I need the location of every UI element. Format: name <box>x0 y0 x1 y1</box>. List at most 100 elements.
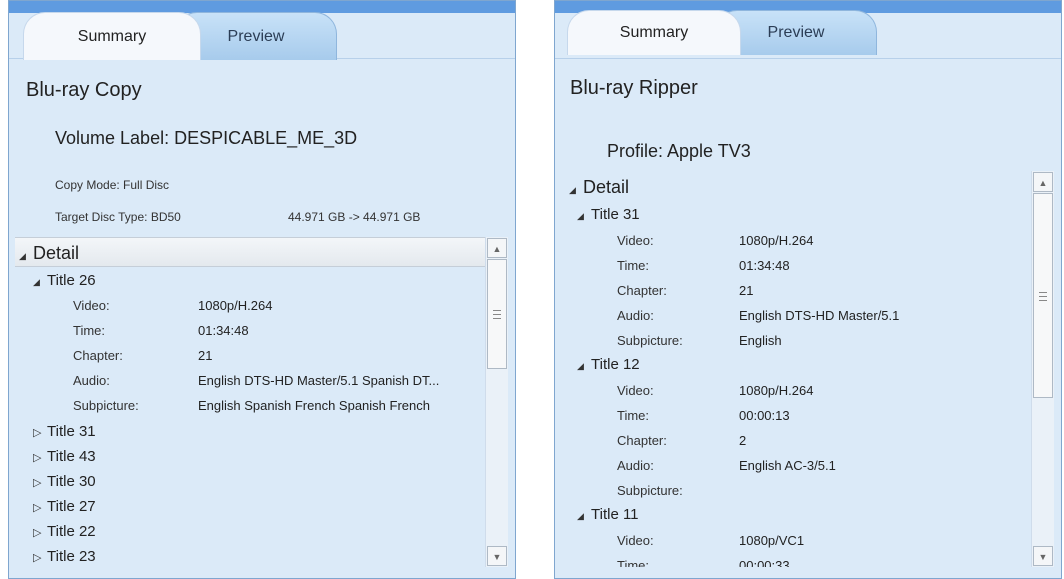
expanded-arrow-icon[interactable]: ◢ <box>19 251 33 262</box>
expanded-arrow-icon[interactable]: ◢ <box>33 277 47 288</box>
copy-mode: Copy Mode: Full Disc <box>55 178 170 192</box>
title-label: Title 22 <box>47 523 96 540</box>
field-label-chapter: Chapter: <box>73 348 123 363</box>
detail-tree: ◢ Detail ◢ Title 31 Video: 1080p/H.264 Tim… <box>569 173 1031 567</box>
title-label: Title 43 <box>47 448 96 465</box>
detail-node[interactable]: ◢ Detail <box>19 243 79 264</box>
field-label-video: Video: <box>617 533 654 548</box>
tree-node-title[interactable]: ▷ Title 27 <box>33 498 96 515</box>
field-label-subpicture: Subpicture: <box>617 483 683 498</box>
detail-label: Detail <box>583 177 630 197</box>
field-value-video: 1080p/VC1 <box>739 533 805 548</box>
tree-node-title-31[interactable]: ◢ Title 31 <box>577 206 640 223</box>
grip-line <box>1039 300 1047 301</box>
volume-label: Volume Label: DESPICABLE_ME_3D <box>55 128 358 148</box>
field-label-subpicture: Subpicture: <box>617 333 683 348</box>
collapsed-arrow-icon[interactable]: ▷ <box>33 501 47 514</box>
title-label: Title 12 <box>591 356 640 373</box>
title-26-label: Title 26 <box>47 272 96 289</box>
grip-line <box>493 314 501 315</box>
expanded-arrow-icon[interactable]: ◢ <box>569 185 583 196</box>
detail-tree: ◢ Detail ◢ Title 26 Video: 1080p/H.264 Tim… <box>15 237 487 567</box>
field-label-video: Video: <box>617 233 654 248</box>
tree-node-title[interactable]: ▷ Title 30 <box>33 473 96 490</box>
profile-label: Profile: Apple TV3 <box>607 141 751 161</box>
scroll-up-button[interactable]: ▲ <box>1033 172 1053 192</box>
vertical-scrollbar[interactable]: ▲ ▼ <box>1031 171 1054 567</box>
blu-ray-ripper-panel: Preview Summary Blu-ray Ripper Profile: … <box>554 0 1062 579</box>
tree-node-title[interactable]: ▷ Title 43 <box>33 448 96 465</box>
tree-node-title[interactable]: ▷ Title 22 <box>33 523 96 540</box>
scroll-thumb[interactable] <box>1033 193 1053 398</box>
expanded-arrow-icon[interactable]: ◢ <box>577 211 591 222</box>
page-title: Blu-ray Copy <box>26 79 142 101</box>
tab-summary[interactable]: Summary <box>567 10 741 55</box>
field-value-subpicture: English Spanish French Spanish French <box>198 398 430 413</box>
field-value-time: 01:34:48 <box>739 258 790 273</box>
blu-ray-copy-panel: Preview Summary Blu-ray Copy Volume Labe… <box>8 0 516 579</box>
field-value-video: 1080p/H.264 <box>198 298 273 313</box>
scroll-down-button[interactable]: ▼ <box>487 546 507 566</box>
detail-node[interactable]: ◢ Detail <box>569 177 629 198</box>
title-label: Title 31 <box>47 423 96 440</box>
grip-line <box>493 318 501 319</box>
tab-summary-label: Summary <box>77 27 147 45</box>
field-label-time: Time: <box>73 323 106 338</box>
scroll-up-button[interactable]: ▲ <box>487 238 507 258</box>
field-value-audio: English AC-3/5.1 <box>739 458 836 473</box>
field-value-audio: English DTS-HD Master/5.1 <box>739 308 900 323</box>
tree-node-title-11[interactable]: ◢ Title 11 <box>577 506 639 523</box>
tab-preview-label: Preview <box>227 27 285 45</box>
field-label-chapter: Chapter: <box>617 283 667 298</box>
page-title: Blu-ray Ripper <box>570 77 698 99</box>
expanded-arrow-icon[interactable]: ◢ <box>577 511 591 522</box>
collapsed-arrow-icon[interactable]: ▷ <box>33 476 47 489</box>
target-disc-type: Target Disc Type: BD50 <box>55 210 181 224</box>
title-label: Title 23 <box>47 548 96 565</box>
tab-summary[interactable]: Summary <box>23 12 201 60</box>
detail-label: Detail <box>33 243 80 263</box>
field-value-chapter: 21 <box>198 348 213 363</box>
field-label-chapter: Chapter: <box>617 433 667 448</box>
field-label-video: Video: <box>617 383 654 398</box>
field-value-chapter: 21 <box>739 283 754 298</box>
collapsed-arrow-icon[interactable]: ▷ <box>33 551 47 564</box>
field-value-time: 00:00:13 <box>739 408 790 423</box>
tree-node-title[interactable]: ▷ Title 31 <box>33 423 96 440</box>
field-value-time: 01:34:48 <box>198 323 249 338</box>
scroll-down-button[interactable]: ▼ <box>1033 546 1053 566</box>
collapsed-arrow-icon[interactable]: ▷ <box>33 426 47 439</box>
scroll-thumb[interactable] <box>487 259 507 369</box>
title-label: Title 30 <box>47 473 96 490</box>
field-label-audio: Audio: <box>73 373 110 388</box>
field-value-subpicture: English <box>739 333 782 348</box>
title-label: Title 27 <box>47 498 96 515</box>
tab-strip: Preview Summary <box>9 12 515 60</box>
vertical-scrollbar[interactable]: ▲ ▼ <box>485 237 508 567</box>
size-info: 44.971 GB -> 44.971 GB <box>288 210 421 224</box>
grip-line <box>493 310 501 311</box>
field-label-audio: Audio: <box>617 308 654 323</box>
collapsed-arrow-icon[interactable]: ▷ <box>33 451 47 464</box>
tree-node-title-26[interactable]: ◢ Title 26 <box>33 272 96 289</box>
title-label: Title 11 <box>591 506 639 523</box>
grip-line <box>1039 292 1047 293</box>
field-label-video: Video: <box>73 298 110 313</box>
field-value-chapter: 2 <box>739 433 747 448</box>
detail-header[interactable] <box>15 237 487 267</box>
field-label-time: Time: <box>617 558 650 567</box>
grip-line <box>1039 296 1047 297</box>
field-value-video: 1080p/H.264 <box>739 383 814 398</box>
tree-node-title[interactable]: ▷ Title 23 <box>33 548 96 565</box>
tab-strip: Preview Summary <box>555 10 1061 60</box>
field-label-subpicture: Subpicture: <box>73 398 139 413</box>
tab-summary-label: Summary <box>619 24 689 41</box>
collapsed-arrow-icon[interactable]: ▷ <box>33 526 47 539</box>
field-value-audio: English DTS-HD Master/5.1 Spanish DT... <box>198 373 440 388</box>
field-value-video: 1080p/H.264 <box>739 233 814 248</box>
tree-node-title-12[interactable]: ◢ Title 12 <box>577 356 640 373</box>
expanded-arrow-icon[interactable]: ◢ <box>577 361 591 372</box>
field-label-time: Time: <box>617 408 650 423</box>
tab-preview-label: Preview <box>767 24 825 41</box>
field-value-time: 00:00:33 <box>739 558 790 567</box>
